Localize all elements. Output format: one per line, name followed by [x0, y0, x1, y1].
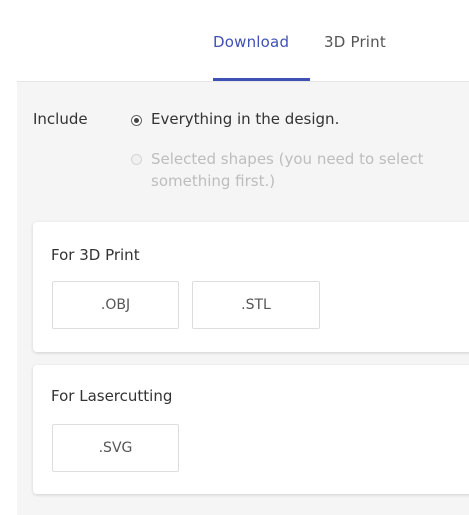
include-label: Include [33, 110, 88, 128]
radio-selected-shapes[interactable] [131, 154, 142, 165]
tab-bar: Download 3D Print [17, 0, 469, 82]
option-selected-shapes-label[interactable]: Selected shapes (you need to select some… [151, 148, 451, 192]
section-lasercutting: For Lasercutting .SVG [33, 365, 469, 494]
section-3d-print: For 3D Print .OBJ .STL [33, 222, 469, 352]
radio-everything[interactable] [131, 115, 142, 126]
tab-download[interactable]: Download [213, 33, 289, 51]
section-title-3d-print: For 3D Print [51, 246, 140, 264]
obj-button[interactable]: .OBJ [52, 281, 179, 329]
active-tab-indicator [213, 78, 310, 81]
tab-3d-print[interactable]: 3D Print [324, 33, 386, 51]
download-panel: Download 3D Print Include Everything in … [17, 0, 469, 515]
stl-button[interactable]: .STL [192, 281, 320, 329]
option-everything-label[interactable]: Everything in the design. [151, 108, 339, 130]
section-title-lasercutting: For Lasercutting [51, 387, 173, 405]
svg-button[interactable]: .SVG [52, 424, 179, 472]
